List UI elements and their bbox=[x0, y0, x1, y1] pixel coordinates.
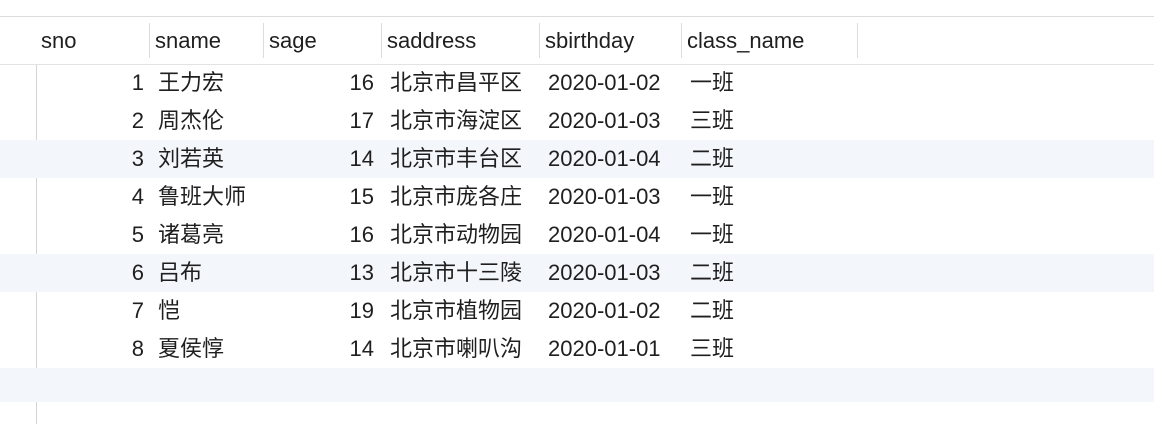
table-row[interactable]: 4 鲁班大师 15 北京市庞各庄 2020-01-03 一班 bbox=[0, 178, 1154, 216]
toolbar-edge bbox=[0, 0, 1154, 17]
cell-sage[interactable]: 15 bbox=[270, 178, 374, 216]
column-header-sno[interactable]: sno bbox=[36, 23, 150, 58]
cell-sage[interactable]: 14 bbox=[270, 140, 374, 178]
table-row[interactable]: 6 吕布 13 北京市十三陵 2020-01-03 二班 bbox=[0, 254, 1154, 292]
cell-class-name[interactable]: 二班 bbox=[690, 254, 850, 292]
table-row[interactable]: 7 恺 19 北京市植物园 2020-01-02 二班 bbox=[0, 292, 1154, 330]
cell-sage[interactable]: 16 bbox=[270, 64, 374, 102]
cell-sno[interactable]: 1 bbox=[40, 64, 144, 102]
cell-sbirthday[interactable]: 2020-01-01 bbox=[548, 330, 678, 368]
cell-sage[interactable]: 17 bbox=[270, 102, 374, 140]
cell-sname[interactable]: 周杰伦 bbox=[158, 102, 268, 140]
column-header-saddress[interactable]: saddress bbox=[382, 23, 540, 58]
cell-sbirthday[interactable]: 2020-01-02 bbox=[548, 64, 678, 102]
cell-sage[interactable]: 16 bbox=[270, 216, 374, 254]
cell-class-name[interactable]: 一班 bbox=[690, 216, 850, 254]
column-header-class-name[interactable]: class_name bbox=[682, 23, 858, 58]
cell-saddress[interactable]: 北京市植物园 bbox=[390, 292, 540, 330]
cell-saddress[interactable]: 北京市庞各庄 bbox=[390, 178, 540, 216]
cell-sage[interactable]: 19 bbox=[270, 292, 374, 330]
cell-saddress[interactable]: 北京市海淀区 bbox=[390, 102, 540, 140]
cell-class-name[interactable]: 二班 bbox=[690, 292, 850, 330]
table-row[interactable]: 3 刘若英 14 北京市丰台区 2020-01-04 二班 bbox=[0, 140, 1154, 178]
grid-body: 1 王力宏 16 北京市昌平区 2020-01-02 一班 2 周杰伦 17 北… bbox=[0, 64, 1154, 402]
cell-sbirthday[interactable]: 2020-01-03 bbox=[548, 254, 678, 292]
cell-sbirthday[interactable]: 2020-01-04 bbox=[548, 140, 678, 178]
cell-sno[interactable]: 6 bbox=[40, 254, 144, 292]
cell-sname[interactable]: 诸葛亮 bbox=[158, 216, 268, 254]
cell-sname[interactable]: 夏侯惇 bbox=[158, 330, 268, 368]
cell-sage[interactable]: 13 bbox=[270, 254, 374, 292]
cell-sbirthday[interactable]: 2020-01-03 bbox=[548, 102, 678, 140]
cell-sbirthday[interactable]: 2020-01-03 bbox=[548, 178, 678, 216]
table-row[interactable]: 8 夏侯惇 14 北京市喇叭沟 2020-01-01 三班 bbox=[0, 330, 1154, 368]
cell-class-name[interactable]: 三班 bbox=[690, 102, 850, 140]
cell-saddress[interactable]: 北京市十三陵 bbox=[390, 254, 540, 292]
table-row[interactable]: 1 王力宏 16 北京市昌平区 2020-01-02 一班 bbox=[0, 64, 1154, 102]
cell-saddress[interactable]: 北京市喇叭沟 bbox=[390, 330, 540, 368]
column-header-sbirthday[interactable]: sbirthday bbox=[540, 23, 682, 58]
cell-sage[interactable]: 14 bbox=[270, 330, 374, 368]
cell-class-name[interactable]: 一班 bbox=[690, 178, 850, 216]
cell-sno[interactable]: 4 bbox=[40, 178, 144, 216]
cell-sno[interactable]: 2 bbox=[40, 102, 144, 140]
cell-sname[interactable]: 吕布 bbox=[158, 254, 268, 292]
table-row[interactable]: 2 周杰伦 17 北京市海淀区 2020-01-03 三班 bbox=[0, 102, 1154, 140]
cell-sno[interactable]: 3 bbox=[40, 140, 144, 178]
cell-sname[interactable]: 王力宏 bbox=[158, 64, 268, 102]
column-header-sname[interactable]: sname bbox=[150, 23, 264, 58]
cell-class-name[interactable]: 一班 bbox=[690, 64, 850, 102]
table-row[interactable]: 5 诸葛亮 16 北京市动物园 2020-01-04 一班 bbox=[0, 216, 1154, 254]
column-header-sage[interactable]: sage bbox=[264, 23, 382, 58]
cell-sno[interactable]: 5 bbox=[40, 216, 144, 254]
empty-row bbox=[0, 368, 1154, 402]
cell-saddress[interactable]: 北京市丰台区 bbox=[390, 140, 540, 178]
cell-sno[interactable]: 7 bbox=[40, 292, 144, 330]
grid-header: sno sname sage saddress sbirthday class_… bbox=[0, 17, 1154, 65]
cell-sname[interactable]: 刘若英 bbox=[158, 140, 268, 178]
cell-sbirthday[interactable]: 2020-01-04 bbox=[548, 216, 678, 254]
result-grid[interactable]: sno sname sage saddress sbirthday class_… bbox=[0, 17, 1154, 424]
cell-saddress[interactable]: 北京市动物园 bbox=[390, 216, 540, 254]
cell-sbirthday[interactable]: 2020-01-02 bbox=[548, 292, 678, 330]
cell-sname[interactable]: 恺 bbox=[158, 292, 268, 330]
cell-sno[interactable]: 8 bbox=[40, 330, 144, 368]
cell-saddress[interactable]: 北京市昌平区 bbox=[390, 64, 540, 102]
cell-sname[interactable]: 鲁班大师 bbox=[158, 178, 268, 216]
cell-class-name[interactable]: 三班 bbox=[690, 330, 850, 368]
cell-class-name[interactable]: 二班 bbox=[690, 140, 850, 178]
